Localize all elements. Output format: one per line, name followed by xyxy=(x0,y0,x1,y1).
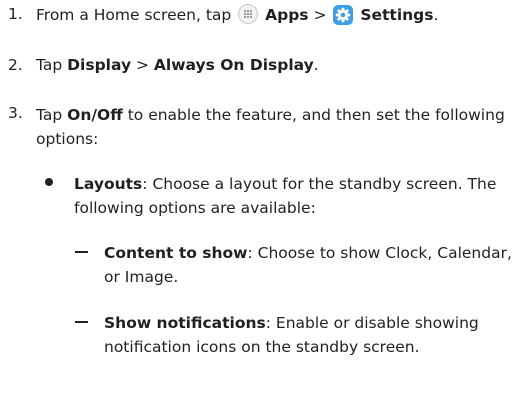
step-text: Tap Display > Always On Display. xyxy=(36,55,518,76)
subitem-text: Show notifications: Enable or disable sh… xyxy=(104,311,515,359)
layouts-term: Layouts xyxy=(74,175,143,193)
step-text-part: Tap xyxy=(36,56,68,74)
step-text: Tap On/Off to enable the feature, and th… xyxy=(36,103,516,151)
subitem-text: Content to show: Choose to show Clock, C… xyxy=(104,241,515,289)
show-notifications-term: Show notifications xyxy=(104,314,266,332)
settings-gear-icon xyxy=(333,5,354,25)
settings-label: Settings xyxy=(360,6,434,24)
step-text-part: . xyxy=(313,56,319,74)
step-number: 3. xyxy=(8,104,23,122)
always-on-display-label: Always On Display xyxy=(153,56,314,74)
step-text: From a Home screen, tap Apps > Settings. xyxy=(36,4,518,26)
dash-icon xyxy=(75,251,88,253)
separator: > xyxy=(131,56,154,74)
display-label: Display xyxy=(67,56,132,74)
bullet-text: Layouts: Choose a layout for the standby… xyxy=(74,172,515,220)
apps-grid-icon xyxy=(238,4,259,24)
on-off-label: On/Off xyxy=(67,106,123,124)
step-number: 1. xyxy=(8,5,23,23)
step-text-part: . xyxy=(433,6,439,24)
content-to-show-term: Content to show xyxy=(104,244,248,262)
step-number: 2. xyxy=(8,56,23,74)
separator: > xyxy=(308,6,332,24)
dash-icon xyxy=(75,321,88,323)
bullet-dot-icon xyxy=(45,178,53,186)
step-text-part: Tap xyxy=(36,106,68,124)
step-text-part: From a Home screen, tap xyxy=(36,6,237,24)
apps-label: Apps xyxy=(265,6,309,24)
